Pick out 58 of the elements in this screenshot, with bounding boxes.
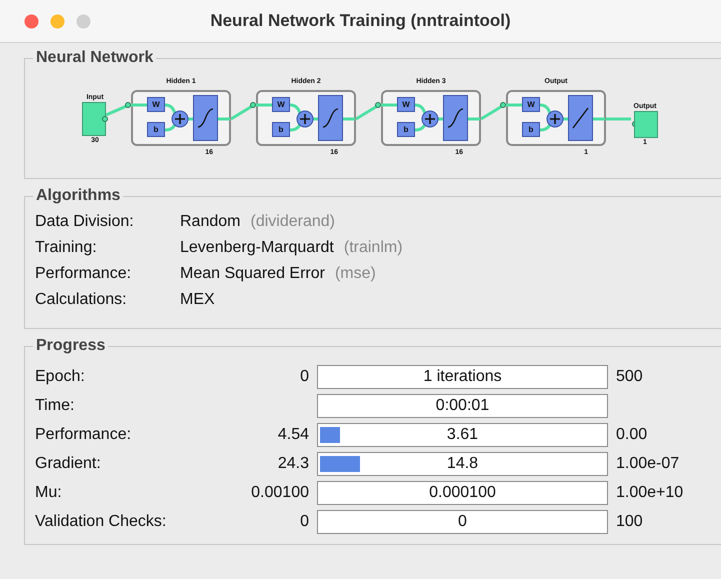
sum-icon [546,110,564,128]
sum-icon [296,110,314,128]
start-value: 0 [300,368,309,385]
sigmoid-transfer-icon [318,95,343,141]
target-value: 1.00e+10 [616,484,684,501]
weight-block: W [147,97,165,112]
progress-label: Gradient: [35,455,102,473]
panel-title: Progress [35,337,106,355]
algorithm-function: (dividerand) [250,213,335,231]
connector-drawing [606,116,631,122]
sigmoid-transfer-icon [443,95,468,141]
algorithm-label: Calculations: [35,291,128,309]
sum-icon [171,110,189,128]
output-node-icon [632,111,658,138]
bias-block: b [522,122,540,137]
algorithm-value: Random [180,213,240,231]
algorithm-function: (mse) [334,265,376,283]
target-value: 100 [616,513,643,530]
weight-block: W [272,97,290,112]
algorithm-value: MEX [180,291,215,309]
target-value: 500 [616,368,643,385]
linear-transfer-icon [568,95,593,141]
progress-label: Epoch: [35,368,86,386]
start-value: 0.00100 [251,484,309,501]
algorithm-value: Mean Squared Error [180,265,325,283]
bias-block: b [272,122,290,137]
progress-label: Time: [35,397,76,415]
progress-reading: 14.8 [446,455,478,473]
progress-reading: 3.61 [446,426,478,444]
weight-block: W [522,97,540,112]
start-value: 4.54 [278,426,309,443]
connector-drawing [231,102,256,122]
start-value: 0 [300,513,309,530]
sigmoid-transfer-icon [193,95,218,141]
window-title: Neural Network Training (nntraintool) [210,11,511,31]
progress-label: Validation Checks: [35,513,168,531]
weight-block: W [397,97,415,112]
close-button[interactable] [24,14,39,28]
algorithm-value: Levenberg-Marquardt [180,239,334,257]
panel-title: Algorithms [35,187,122,205]
target-value: 0.00 [616,426,648,443]
algorithm-function: (trainlm) [344,239,403,257]
minimize-button[interactable] [50,14,65,28]
connector-drawing [356,102,381,122]
bias-block: b [397,122,415,137]
start-value: 24.3 [278,455,309,472]
progress-label: Performance: [35,426,132,444]
progress-label: Mu: [35,484,63,502]
panel-title: Neural Network [35,49,154,67]
zoom-button[interactable] [76,14,91,28]
algorithm-label: Training: [35,239,98,257]
sum-icon [421,110,439,128]
connector-drawing [481,102,506,122]
target-value: 1.00e-07 [616,455,680,472]
input-node-icon [82,102,108,136]
algorithm-label: Performance: [35,265,132,283]
bias-block: b [147,122,165,137]
algorithm-label: Data Division: [35,213,135,231]
